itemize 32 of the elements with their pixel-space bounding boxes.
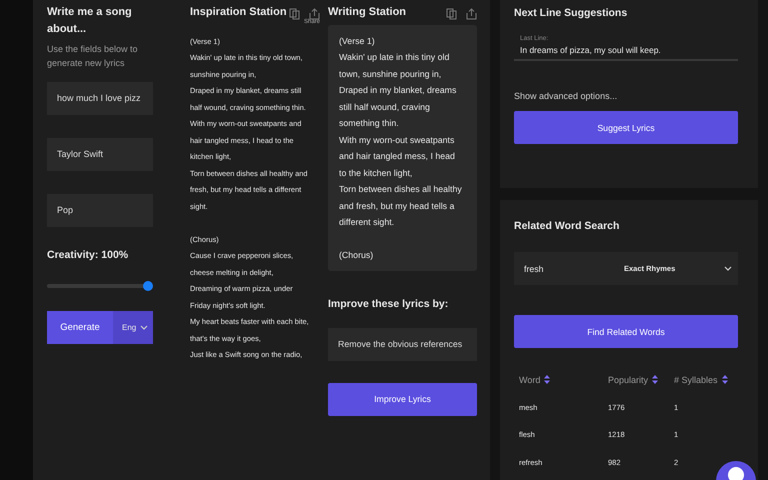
lyrics-text-area[interactable]: (Verse 1) Wakin' up late in this tiny old town, sunshine pouring in, Draped in my blanket, dreams still half wound, craving something thin. With my worn-out sweatpants and hair tangled mess, I head to the kitchen light, Torn between dishes all healthy and fresh, but my head tells a different sight. (Chorus) xyxy=(328,24,477,270)
improve-label: Improve these lyrics by: xyxy=(328,298,450,310)
input-field[interactable]: Pop xyxy=(47,194,153,227)
improve-button[interactable]: Improve Lyrics xyxy=(328,382,477,416)
column-header[interactable]: # Syllables xyxy=(669,374,738,385)
share-icon[interactable] xyxy=(466,8,477,20)
column-header[interactable]: Popularity xyxy=(603,374,669,385)
language-select[interactable]: Eng xyxy=(113,311,153,344)
chevron-down-icon xyxy=(140,324,148,330)
suggest-button[interactable]: Suggest Lyrics xyxy=(514,111,738,144)
sort-icon xyxy=(544,375,550,384)
creativity-slider[interactable] xyxy=(47,281,153,291)
generate-button[interactable]: Generate xyxy=(47,311,113,344)
advanced-options-link[interactable]: Show advanced options... xyxy=(514,91,744,101)
form-subtitle: Use the fields below to generate new lyrics xyxy=(47,43,139,70)
share-icon[interactable] xyxy=(309,8,320,20)
input-field[interactable]: how much I love pizz xyxy=(47,82,153,115)
sort-icon xyxy=(722,375,728,384)
find-button[interactable]: Find Related Words xyxy=(514,315,738,348)
card-title: Related Word Search xyxy=(514,220,620,232)
column-header[interactable]: Word xyxy=(514,374,603,385)
creativity-label: Creativity: 100% xyxy=(47,249,130,261)
input-field[interactable]: Remove the obvious references xyxy=(328,328,477,360)
input-field[interactable]: Taylor Swift xyxy=(47,138,153,171)
form-title: Write me a song about... xyxy=(47,5,133,36)
card-title: Next Line Suggestions xyxy=(514,7,628,19)
chevron-down-icon xyxy=(724,266,732,272)
section-title: Writing Station xyxy=(328,5,406,20)
copy-icon[interactable] xyxy=(289,8,300,20)
section-title: Inspiration Station xyxy=(190,5,287,20)
copy-icon[interactable] xyxy=(446,8,457,20)
sort-icon xyxy=(652,375,658,384)
